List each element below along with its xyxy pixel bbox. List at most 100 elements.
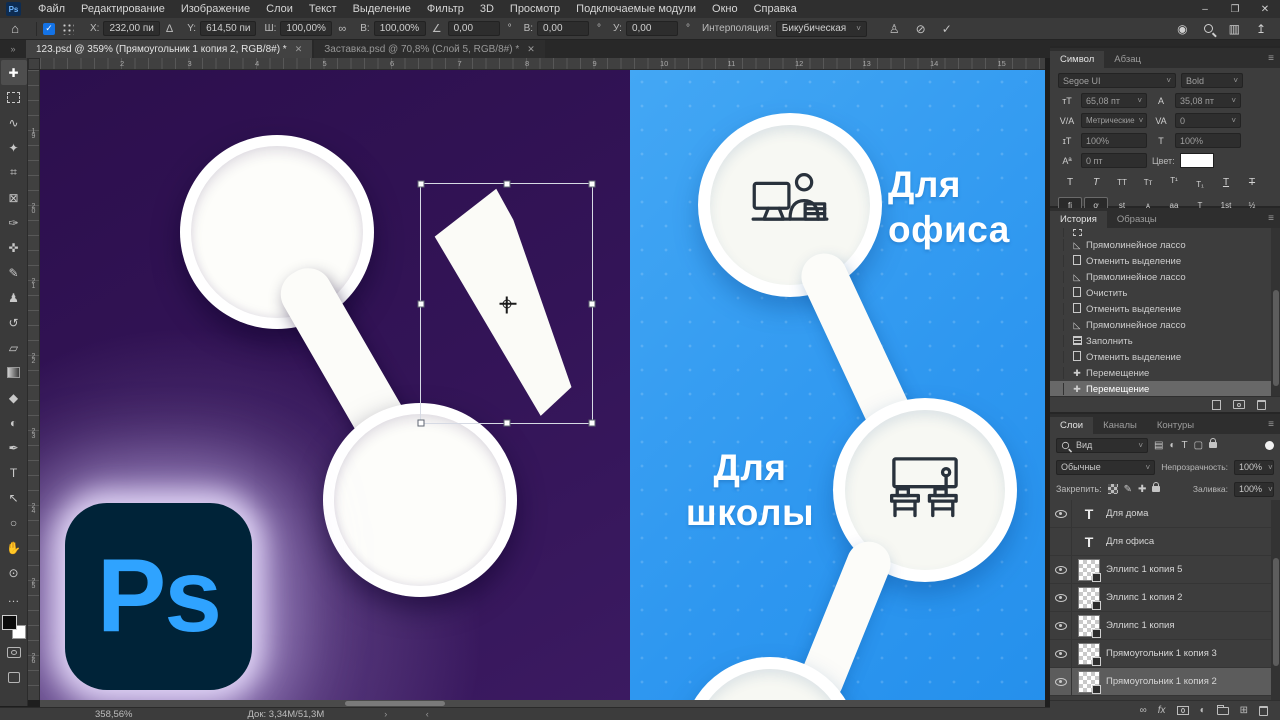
horizontal-scrollbar-thumb[interactable]	[345, 701, 445, 706]
history-scrollbar[interactable]	[1271, 228, 1280, 396]
workspace-icon[interactable]: ▥	[1229, 22, 1240, 36]
text-style-button-sub[interactable]: T₁	[1188, 174, 1212, 191]
panel-menu-icon[interactable]: ≡	[1268, 419, 1274, 430]
text-style-button-small[interactable]: TT	[1110, 174, 1134, 191]
home-icon[interactable]: ⌂	[0, 21, 30, 36]
lasso-tool[interactable]: ∿	[1, 110, 27, 135]
restore-button[interactable]: ❐	[1220, 0, 1250, 18]
tab-swatches[interactable]: Образцы	[1107, 211, 1167, 228]
panel-menu-icon[interactable]: ≡	[1268, 213, 1274, 224]
font-family-select[interactable]: Segoe UI ˅	[1058, 73, 1176, 88]
text-style-button-bold[interactable]: T	[1058, 174, 1082, 191]
search-icon[interactable]	[1203, 24, 1213, 33]
menu-item-6[interactable]: Фильтр	[419, 0, 472, 18]
filter-shape-layers-icon[interactable]: ▢	[1194, 440, 1203, 451]
visibility-toggle[interactable]	[1050, 556, 1072, 583]
history-source-well[interactable]	[1050, 319, 1064, 331]
h-skew-field[interactable]: 0,00	[537, 21, 590, 36]
link-dimensions-icon[interactable]: ∞	[338, 23, 346, 35]
link-layers-icon[interactable]: ∞	[1140, 705, 1147, 716]
screen-mode-button[interactable]	[1, 665, 27, 690]
panel-menu-icon[interactable]: ≡	[1268, 53, 1274, 64]
history-source-well[interactable]	[1050, 303, 1064, 315]
history-source-well[interactable]	[1050, 255, 1064, 267]
brush-tool[interactable]: ✎	[1, 260, 27, 285]
dodge-tool[interactable]: ◐	[1, 410, 27, 435]
layer-thumbnail[interactable]: T	[1072, 506, 1106, 522]
free-transform-box[interactable]	[417, 180, 596, 427]
rotation-field[interactable]: 0,00	[447, 21, 500, 36]
layer-thumbnail[interactable]	[1072, 670, 1106, 694]
menu-item-11[interactable]: Справка	[746, 0, 805, 18]
transform-widget-icon[interactable]: ♙	[889, 22, 900, 36]
foreground-color-swatch[interactable]	[1, 615, 17, 630]
menu-item-3[interactable]: Слои	[258, 0, 301, 18]
menu-item-5[interactable]: Выделение	[345, 0, 419, 18]
visibility-toggle[interactable]	[1050, 640, 1072, 667]
cancel-transform-button[interactable]: ⊘	[916, 22, 926, 36]
eraser-tool[interactable]: ▱	[1, 335, 27, 360]
share-icon[interactable]: ↥	[1256, 22, 1266, 36]
horizontal-ruler[interactable]: 2 3 4 5 6 7 8 9 10 11 12 13 14 15	[40, 58, 1045, 70]
tab-paragraph[interactable]: Абзац	[1104, 51, 1151, 68]
text-style-button-strike[interactable]: T	[1240, 174, 1264, 191]
kerning-select[interactable]: Метрические ˅	[1081, 113, 1147, 128]
clone-stamp-tool[interactable]: ♟	[1, 285, 27, 310]
tab-history[interactable]: История	[1050, 211, 1107, 228]
layer-filter-select[interactable]: Вид ˅	[1056, 437, 1148, 453]
layer-row-4[interactable]: Эллипс 1 копия	[1050, 612, 1280, 640]
fill-field[interactable]: 100% ˅	[1234, 481, 1274, 497]
delete-layer-icon[interactable]	[1259, 705, 1268, 716]
account-icon[interactable]: ◉	[1177, 22, 1187, 36]
design-circle-bottom[interactable]	[323, 403, 517, 597]
tab-overflow-icon[interactable]: »	[0, 40, 26, 58]
history-brush-tool[interactable]: ↺	[1, 310, 27, 335]
history-state-7[interactable]: Заполнить	[1050, 333, 1280, 349]
layer-row-5[interactable]: Прямоугольник 1 копия 3	[1050, 640, 1280, 668]
new-group-icon[interactable]	[1216, 704, 1229, 715]
history-source-well[interactable]	[1050, 383, 1064, 395]
layers-scrollbar-thumb[interactable]	[1272, 558, 1279, 666]
canvas-purple-half[interactable]: Ps	[40, 70, 630, 700]
visibility-toggle[interactable]	[1050, 668, 1072, 695]
delete-state-icon[interactable]	[1257, 399, 1266, 410]
layer-thumbnail[interactable]	[1072, 642, 1106, 666]
pen-tool[interactable]: ✒	[1, 435, 27, 460]
width-scale-field[interactable]: 100,00%	[280, 21, 333, 36]
history-source-well[interactable]	[1050, 271, 1064, 283]
tab-channels[interactable]: Каналы	[1093, 417, 1147, 434]
layer-row-1[interactable]: T Для офиса	[1050, 528, 1280, 556]
transform-reference-point[interactable]	[502, 299, 511, 308]
font-style-select[interactable]: Bold ˅	[1181, 73, 1243, 88]
history-source-well[interactable]	[1050, 367, 1064, 379]
opacity-field[interactable]: 100% ˅	[1234, 459, 1274, 475]
layers-scrollbar[interactable]	[1271, 500, 1280, 700]
tab-layers[interactable]: Слои	[1050, 417, 1094, 434]
menu-item-9[interactable]: Подключаемые модули	[568, 0, 704, 18]
v-skew-field[interactable]: 0,00	[625, 21, 678, 36]
move-tool[interactable]: ✚	[0, 60, 27, 85]
zoom-tool[interactable]: ⊙	[1, 560, 27, 585]
interpolation-select[interactable]: Бикубическая ˅	[775, 20, 867, 37]
vertical-scale-field[interactable]: 100%	[1081, 133, 1147, 148]
filter-smart-objects-icon[interactable]	[1209, 438, 1218, 448]
visibility-toggle[interactable]	[1050, 584, 1072, 611]
commit-transform-button[interactable]: ✓	[942, 22, 952, 36]
quick-mask-button[interactable]	[1, 640, 27, 665]
healing-brush-tool[interactable]: ✜	[1, 235, 27, 260]
blend-mode-select[interactable]: Обычные ˅	[1056, 459, 1156, 475]
text-style-button-small[interactable]: Tт	[1136, 174, 1160, 191]
text-style-button-sup[interactable]: T¹	[1162, 174, 1186, 191]
minimize-button[interactable]: –	[1190, 0, 1220, 18]
edit-toolbar[interactable]: …	[1, 585, 27, 610]
transform-handle[interactable]	[417, 300, 425, 307]
history-state-0[interactable]	[1050, 228, 1280, 237]
x-position-field[interactable]: 232,00 пи	[103, 21, 160, 36]
layer-row-0[interactable]: T Для дома	[1050, 500, 1280, 528]
new-document-from-state-icon[interactable]	[1212, 399, 1221, 410]
layer-row-3[interactable]: Эллипс 1 копия 2	[1050, 584, 1280, 612]
tab-paths[interactable]: Контуры	[1147, 417, 1204, 434]
status-arrows[interactable]: › ‹	[384, 709, 447, 719]
marquee-tool[interactable]	[1, 85, 27, 110]
new-snapshot-icon[interactable]	[1233, 400, 1245, 409]
